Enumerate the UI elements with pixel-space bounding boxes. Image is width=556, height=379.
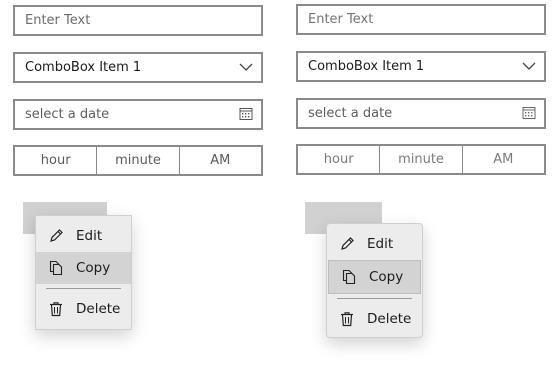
menu-item-label: Edit [367, 236, 394, 252]
period-segment[interactable]: AM [178, 147, 261, 174]
date-placeholder: select a date [25, 107, 110, 122]
trash-icon [50, 302, 62, 317]
context-menu-right: Edit Copy Delete [326, 223, 423, 338]
calendar-icon [239, 108, 253, 120]
menu-item-copy[interactable]: Copy [36, 252, 131, 284]
menu-item-label: Edit [76, 228, 103, 244]
combobox-left[interactable]: ComboBox Item 1 [13, 52, 263, 83]
copy-icon [342, 269, 356, 285]
menu-item-label: Delete [76, 301, 121, 317]
menu-item-delete[interactable]: Delete [327, 303, 422, 335]
minute-segment[interactable]: minute [379, 146, 461, 173]
date-placeholder: select a date [308, 106, 393, 121]
menu-item-label: Copy [369, 269, 404, 285]
menu-item-edit[interactable]: Edit [327, 228, 422, 260]
text-input-right[interactable]: Enter Text [296, 4, 546, 35]
chevron-down-icon [522, 62, 536, 70]
text-input-left[interactable]: Enter Text [13, 5, 263, 36]
hour-segment[interactable]: hour [298, 146, 379, 173]
time-picker-right[interactable]: hour minute AM [296, 144, 546, 175]
calendar-icon [522, 107, 536, 119]
menu-item-copy[interactable]: Copy [328, 260, 421, 294]
menu-separator [46, 288, 121, 289]
date-picker-left[interactable]: select a date [13, 99, 263, 130]
pencil-icon [341, 237, 354, 250]
context-menu-left: Edit Copy Delete [35, 215, 132, 330]
menu-separator [337, 298, 412, 299]
date-picker-right[interactable]: select a date [296, 98, 546, 129]
pencil-icon [50, 229, 63, 242]
menu-item-label: Delete [367, 311, 412, 327]
combobox-value: ComboBox Item 1 [25, 60, 142, 75]
menu-item-delete[interactable]: Delete [36, 293, 131, 325]
menu-item-edit[interactable]: Edit [36, 220, 131, 252]
hour-segment[interactable]: hour [15, 147, 96, 174]
time-picker-left[interactable]: hour minute AM [13, 145, 263, 176]
minute-segment[interactable]: minute [96, 147, 178, 174]
period-segment[interactable]: AM [461, 146, 544, 173]
copy-icon [49, 260, 63, 276]
menu-item-label: Copy [76, 260, 111, 276]
trash-icon [341, 312, 353, 327]
chevron-down-icon [239, 63, 253, 71]
combobox-right[interactable]: ComboBox Item 1 [296, 51, 546, 82]
combobox-value: ComboBox Item 1 [308, 59, 425, 74]
